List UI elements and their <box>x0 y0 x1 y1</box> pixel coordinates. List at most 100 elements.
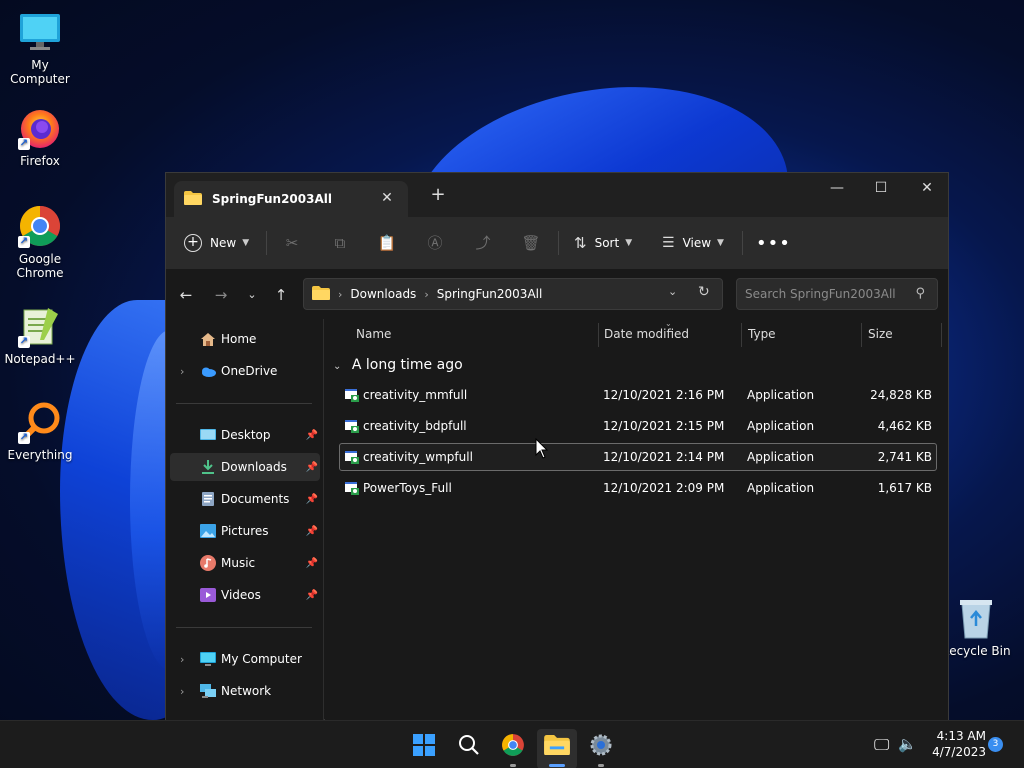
toolbar-separator <box>742 231 743 255</box>
close-tab-icon[interactable]: ✕ <box>378 189 396 207</box>
new-button[interactable]: + New ▼ <box>184 228 249 258</box>
column-separator[interactable] <box>861 323 862 347</box>
up-arrow-icon[interactable]: ↑ <box>269 283 293 307</box>
chevron-right-icon[interactable]: › <box>180 685 184 698</box>
new-tab-button[interactable]: + <box>428 185 448 205</box>
sidebar-item-documents[interactable]: Documents 📌 <box>170 485 320 513</box>
group-header[interactable]: ⌄ A long time ago <box>333 357 463 373</box>
sort-icon: ⇅ <box>574 234 587 252</box>
start-button[interactable] <box>404 729 444 768</box>
share-icon[interactable]: ⤴ <box>473 233 493 253</box>
pin-icon[interactable]: 📌 <box>306 462 318 473</box>
sidebar-item-downloads[interactable]: Downloads 📌 <box>170 453 320 481</box>
chevron-right-icon[interactable]: › <box>180 653 184 666</box>
tab-springfun2003all[interactable]: SpringFun2003All ✕ <box>174 181 408 217</box>
sidebar-item-my-computer[interactable]: › My Computer <box>170 645 320 673</box>
desktop-icon-everything[interactable]: ↗ Everything <box>0 400 80 462</box>
taskbar-chrome[interactable] <box>493 729 533 768</box>
breadcrumb-downloads[interactable]: Downloads <box>350 287 416 301</box>
address-history-chevron-icon[interactable]: ⌄ <box>668 285 677 298</box>
sidebar-item-network[interactable]: › Network <box>170 677 320 705</box>
close-window-button[interactable]: ✕ <box>904 173 950 205</box>
everything-icon: ↗ <box>18 400 62 444</box>
forward-arrow-icon[interactable]: → <box>209 283 233 307</box>
videos-icon <box>200 587 216 603</box>
group-label: A long time ago <box>351 357 463 373</box>
taskbar-file-explorer[interactable] <box>537 729 577 768</box>
pin-icon[interactable]: 📌 <box>306 494 318 505</box>
search-input[interactable]: Search SpringFun2003All ⚲ <box>736 278 938 310</box>
back-arrow-icon[interactable]: ← <box>174 283 198 307</box>
copy-icon[interactable]: ⧉ <box>330 233 350 253</box>
gear-icon <box>590 734 612 756</box>
desktop-icon-firefox[interactable]: ↗ Firefox <box>0 106 80 168</box>
desktop-icon-notepadpp[interactable]: ↗ Notepad++ <box>0 304 80 366</box>
shortcut-arrow-icon: ↗ <box>18 236 30 248</box>
column-header-size[interactable]: Size <box>868 327 893 349</box>
more-options-button[interactable]: ••• <box>756 228 791 258</box>
pin-icon[interactable]: 📌 <box>306 590 318 601</box>
rename-icon[interactable]: Ⓐ <box>425 233 445 253</box>
column-separator[interactable] <box>598 323 599 347</box>
table-row[interactable]: creativity_bdpfull 12/10/2021 2:15 PM Ap… <box>339 412 937 440</box>
sort-button[interactable]: ⇅ Sort ▼ <box>574 228 632 258</box>
column-header-date-modified[interactable]: Date modified <box>604 327 689 349</box>
pin-icon[interactable]: 📌 <box>306 558 318 569</box>
desktop-icon-chrome[interactable]: ↗ Google Chrome <box>0 204 80 280</box>
pin-icon[interactable]: 📌 <box>306 430 318 441</box>
sidebar-item-label: Music <box>221 556 256 570</box>
sidebar-item-home[interactable]: Home <box>170 325 320 353</box>
chevron-right-icon[interactable]: › <box>180 365 184 378</box>
notification-badge[interactable]: 3 <box>988 737 1003 752</box>
table-row[interactable]: PowerToys_Full 12/10/2021 2:09 PM Applic… <box>339 474 937 502</box>
sort-label: Sort <box>594 236 620 250</box>
paste-icon[interactable]: 📋 <box>377 233 397 253</box>
recent-chevron-icon[interactable]: ⌄ <box>240 283 264 307</box>
volume-icon[interactable]: 🔈 <box>898 735 917 753</box>
taskbar-settings[interactable] <box>581 729 621 768</box>
ellipsis-icon: ••• <box>756 232 791 254</box>
maximize-button[interactable]: ☐ <box>858 173 904 205</box>
column-header-name[interactable]: Name <box>356 327 391 349</box>
chevron-down-icon: ▼ <box>625 238 633 248</box>
table-row[interactable]: creativity_mmfull 12/10/2021 2:16 PM App… <box>339 381 937 409</box>
refresh-icon[interactable]: ↻ <box>698 284 710 300</box>
column-separator[interactable] <box>741 323 742 347</box>
sidebar-item-desktop[interactable]: Desktop 📌 <box>170 421 320 449</box>
column-separator[interactable] <box>941 323 942 347</box>
file-type: Application <box>747 481 815 495</box>
cloud-icon <box>200 363 216 379</box>
clock[interactable]: 4:13 AM 4/7/2023 <box>926 729 986 759</box>
sidebar-item-videos[interactable]: Videos 📌 <box>170 581 320 609</box>
minimize-button[interactable]: — <box>814 173 860 205</box>
column-header-type[interactable]: Type <box>748 327 776 349</box>
delete-icon[interactable]: 🗑 <box>521 233 541 253</box>
application-icon <box>344 449 360 465</box>
address-bar[interactable]: › Downloads › SpringFun2003All ⌄ ↻ <box>303 278 723 310</box>
sidebar-item-label: Desktop <box>221 428 271 442</box>
notepadpp-icon: ↗ <box>18 304 62 348</box>
sidebar-item-music[interactable]: Music 📌 <box>170 549 320 577</box>
computer-icon <box>200 651 216 667</box>
search-button[interactable] <box>449 729 489 768</box>
shortcut-arrow-icon: ↗ <box>18 432 30 444</box>
file-date: 12/10/2021 2:09 PM <box>603 481 725 495</box>
firefox-icon: ↗ <box>18 106 62 150</box>
network-status-icon[interactable]: 🖵 <box>874 735 889 755</box>
desktop-icon-my-computer[interactable]: My Computer <box>0 10 80 86</box>
file-name: creativity_wmpfull <box>363 450 473 464</box>
breadcrumb-springfun2003all[interactable]: SpringFun2003All <box>437 287 543 301</box>
view-button[interactable]: ☰ View ▼ <box>662 228 724 258</box>
pin-icon[interactable]: 📌 <box>306 526 318 537</box>
new-label: New <box>210 236 237 250</box>
table-row[interactable]: creativity_wmpfull 12/10/2021 2:14 PM Ap… <box>339 443 937 471</box>
recycle-bin-icon <box>954 596 998 640</box>
sidebar-item-onedrive[interactable]: › OneDrive <box>170 357 320 385</box>
desktop-icon-label: Google Chrome <box>16 252 64 280</box>
file-name: PowerToys_Full <box>363 481 452 495</box>
search-placeholder: Search SpringFun2003All <box>745 287 896 301</box>
cut-icon[interactable]: ✂ <box>282 233 302 253</box>
search-icon: ⚲ <box>915 286 925 301</box>
sidebar-item-pictures[interactable]: Pictures 📌 <box>170 517 320 545</box>
desktop-icon-label: Everything <box>7 448 73 462</box>
